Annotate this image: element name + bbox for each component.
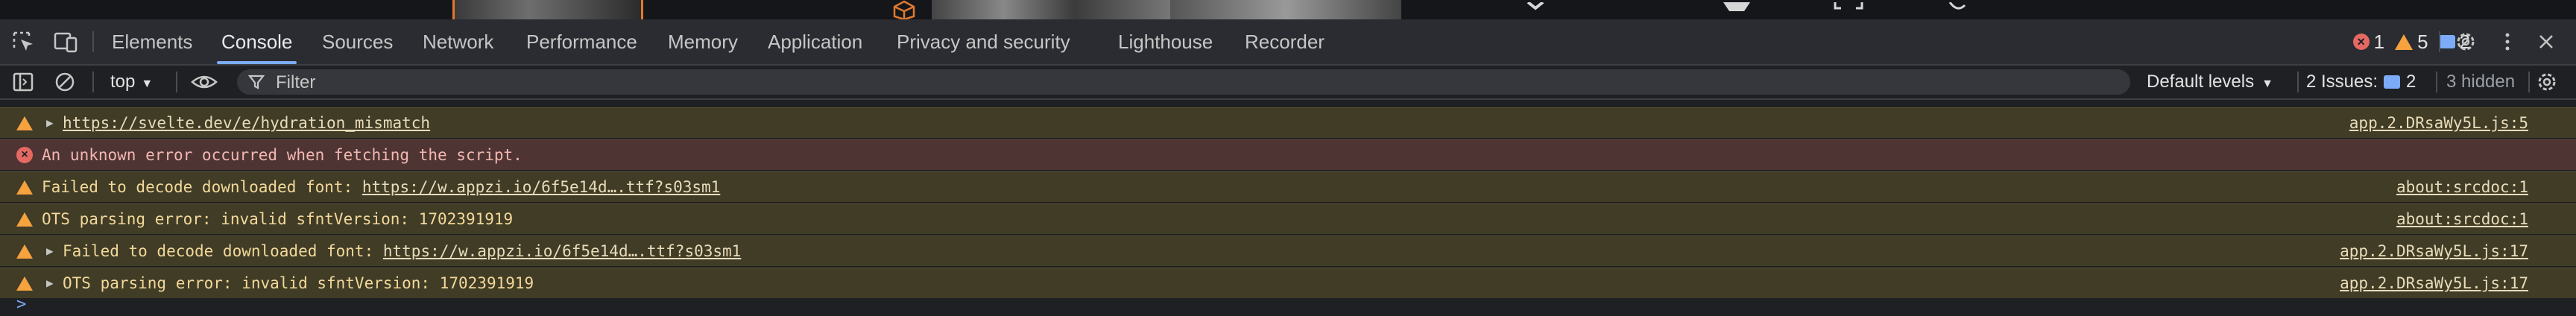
source-link[interactable]: about:srcdoc:1 bbox=[2396, 172, 2528, 202]
tab-performance[interactable]: Performance bbox=[526, 19, 637, 64]
console-message-error[interactable]: × An unknown error occurred when fetchin… bbox=[0, 139, 2576, 170]
cube-icon bbox=[891, 0, 917, 22]
warning-icon bbox=[16, 276, 33, 291]
expand-triangle-icon[interactable]: ▶ bbox=[46, 236, 54, 266]
message-text: OTS parsing error: invalid sfntVersion: … bbox=[63, 274, 534, 292]
toolbar-divider bbox=[92, 31, 94, 52]
console-toolbar: top ▼ Default levels ▼ 2 Issues: 2 3 hidde… bbox=[0, 66, 2576, 100]
clear-console-icon[interactable] bbox=[54, 72, 76, 92]
message-link[interactable]: https://w.appzi.io/6f5e14d….ttf?s03sm1 bbox=[383, 242, 741, 260]
console-message-warning[interactable]: ▶ OTS parsing error: invalid sfntVersion… bbox=[0, 268, 2576, 298]
source-link[interactable]: app.2.DRsaWy5L.js:17 bbox=[2340, 268, 2528, 298]
star-icon bbox=[1722, 0, 1752, 15]
page-image bbox=[1170, 0, 1401, 19]
issue-counts[interactable]: × 1 5 2 bbox=[2352, 19, 2470, 64]
filter-input[interactable] bbox=[274, 69, 2066, 96]
message-link[interactable]: https://w.appzi.io/6f5e14d….ttf?s03sm1 bbox=[362, 178, 720, 196]
frame-icon bbox=[1834, 0, 1863, 15]
filter-field[interactable] bbox=[237, 69, 2130, 96]
toolbar-divider bbox=[2528, 72, 2530, 92]
toolbar-divider bbox=[2297, 72, 2299, 92]
message-text: OTS parsing error: invalid sfntVersion: … bbox=[42, 210, 514, 228]
page-image bbox=[932, 0, 1170, 19]
tab-lighthouse[interactable]: Lighthouse bbox=[1118, 19, 1213, 64]
console-message-warning[interactable]: Failed to decode downloaded font: https:… bbox=[0, 171, 2576, 202]
log-levels-label: Default levels bbox=[2147, 72, 2255, 92]
inspect-element-icon[interactable] bbox=[12, 31, 36, 53]
sidebar-toggle-icon[interactable] bbox=[12, 72, 34, 92]
tab-sources[interactable]: Sources bbox=[322, 19, 393, 64]
source-link[interactable]: app.2.DRsaWy5L.js:5 bbox=[2349, 108, 2528, 138]
tab-network[interactable]: Network bbox=[423, 19, 493, 64]
issues-label: 2 Issues: bbox=[2306, 72, 2378, 92]
message-icon bbox=[2384, 75, 2401, 89]
tab-privacy-and-security[interactable]: Privacy and security bbox=[897, 19, 1070, 64]
tab-memory[interactable]: Memory bbox=[668, 19, 738, 64]
context-label: top bbox=[110, 72, 136, 92]
message-text: Failed to decode downloaded font: https:… bbox=[42, 178, 721, 196]
error-count-badge[interactable]: × 1 bbox=[2352, 30, 2385, 54]
filter-icon bbox=[247, 73, 265, 91]
message-icon bbox=[2438, 35, 2455, 48]
tab-application[interactable]: Application bbox=[768, 19, 862, 64]
warning-icon bbox=[16, 244, 33, 259]
gear-icon[interactable] bbox=[2454, 31, 2478, 53]
toolbar-divider bbox=[2439, 31, 2440, 52]
issues-button[interactable]: 2 Issues: 2 bbox=[2306, 66, 2416, 98]
toolbar-divider bbox=[176, 72, 177, 92]
warning-count: 5 bbox=[2417, 30, 2428, 53]
devtools-tab-bar: Elements Console Sources Network Perform… bbox=[0, 19, 2576, 66]
toolbar-divider bbox=[92, 72, 94, 92]
log-levels-dropdown[interactable]: Default levels ▼ bbox=[2147, 66, 2273, 98]
expand-triangle-icon[interactable]: ▶ bbox=[46, 268, 54, 298]
message-link[interactable]: https://svelte.dev/e/hydration_mismatch bbox=[63, 114, 430, 132]
message-text: Failed to decode downloaded font: https:… bbox=[63, 242, 742, 260]
error-icon: × bbox=[2352, 34, 2370, 50]
source-link[interactable]: app.2.DRsaWy5L.js:17 bbox=[2340, 236, 2528, 266]
error-count: 1 bbox=[2373, 30, 2385, 53]
page-image bbox=[452, 0, 643, 19]
warning-icon bbox=[16, 180, 33, 195]
chevron-down-icon: ▼ bbox=[141, 78, 154, 90]
context-selector[interactable]: top ▼ bbox=[110, 66, 153, 98]
console-settings-gear-icon[interactable] bbox=[2536, 72, 2558, 92]
warning-icon bbox=[2395, 34, 2414, 50]
close-icon[interactable] bbox=[2534, 31, 2558, 53]
more-options-icon[interactable] bbox=[2496, 31, 2519, 53]
message-text: An unknown error occurred when fetching … bbox=[42, 146, 523, 164]
message-text: https://svelte.dev/e/hydration_mismatch bbox=[63, 108, 430, 138]
chevron-down-icon: ▼ bbox=[2261, 78, 2273, 90]
toolbar-divider bbox=[2436, 72, 2437, 92]
warning-icon bbox=[16, 212, 33, 227]
warning-count-badge[interactable]: 5 bbox=[2395, 31, 2428, 54]
expand-triangle-icon[interactable]: ▶ bbox=[46, 108, 54, 138]
console-message-warning[interactable]: ▶ Failed to decode downloaded font: http… bbox=[0, 236, 2576, 266]
hidden-messages-count: 3 hidden bbox=[2446, 72, 2516, 92]
source-link[interactable]: about:srcdoc:1 bbox=[2396, 204, 2528, 234]
warning-icon bbox=[16, 116, 33, 130]
console-prompt[interactable]: > bbox=[16, 295, 26, 314]
tab-elements[interactable]: Elements bbox=[112, 19, 192, 64]
issues-count: 2 bbox=[2406, 72, 2416, 92]
device-toolbar-icon[interactable] bbox=[54, 31, 78, 53]
console-messages: ▶ https://svelte.dev/e/hydration_mismatc… bbox=[0, 107, 2576, 300]
search-icon bbox=[1947, 0, 1969, 15]
console-message-warning[interactable]: ▶ https://svelte.dev/e/hydration_mismatc… bbox=[0, 107, 2576, 138]
chevron-down-icon bbox=[1525, 0, 1546, 15]
tab-console[interactable]: Console bbox=[216, 19, 297, 64]
error-icon: × bbox=[16, 147, 33, 163]
live-expression-eye-icon[interactable] bbox=[191, 72, 218, 92]
console-message-warning[interactable]: OTS parsing error: invalid sfntVersion: … bbox=[0, 203, 2576, 234]
tab-recorder[interactable]: Recorder bbox=[1245, 19, 1325, 64]
page-strip bbox=[0, 0, 2576, 22]
